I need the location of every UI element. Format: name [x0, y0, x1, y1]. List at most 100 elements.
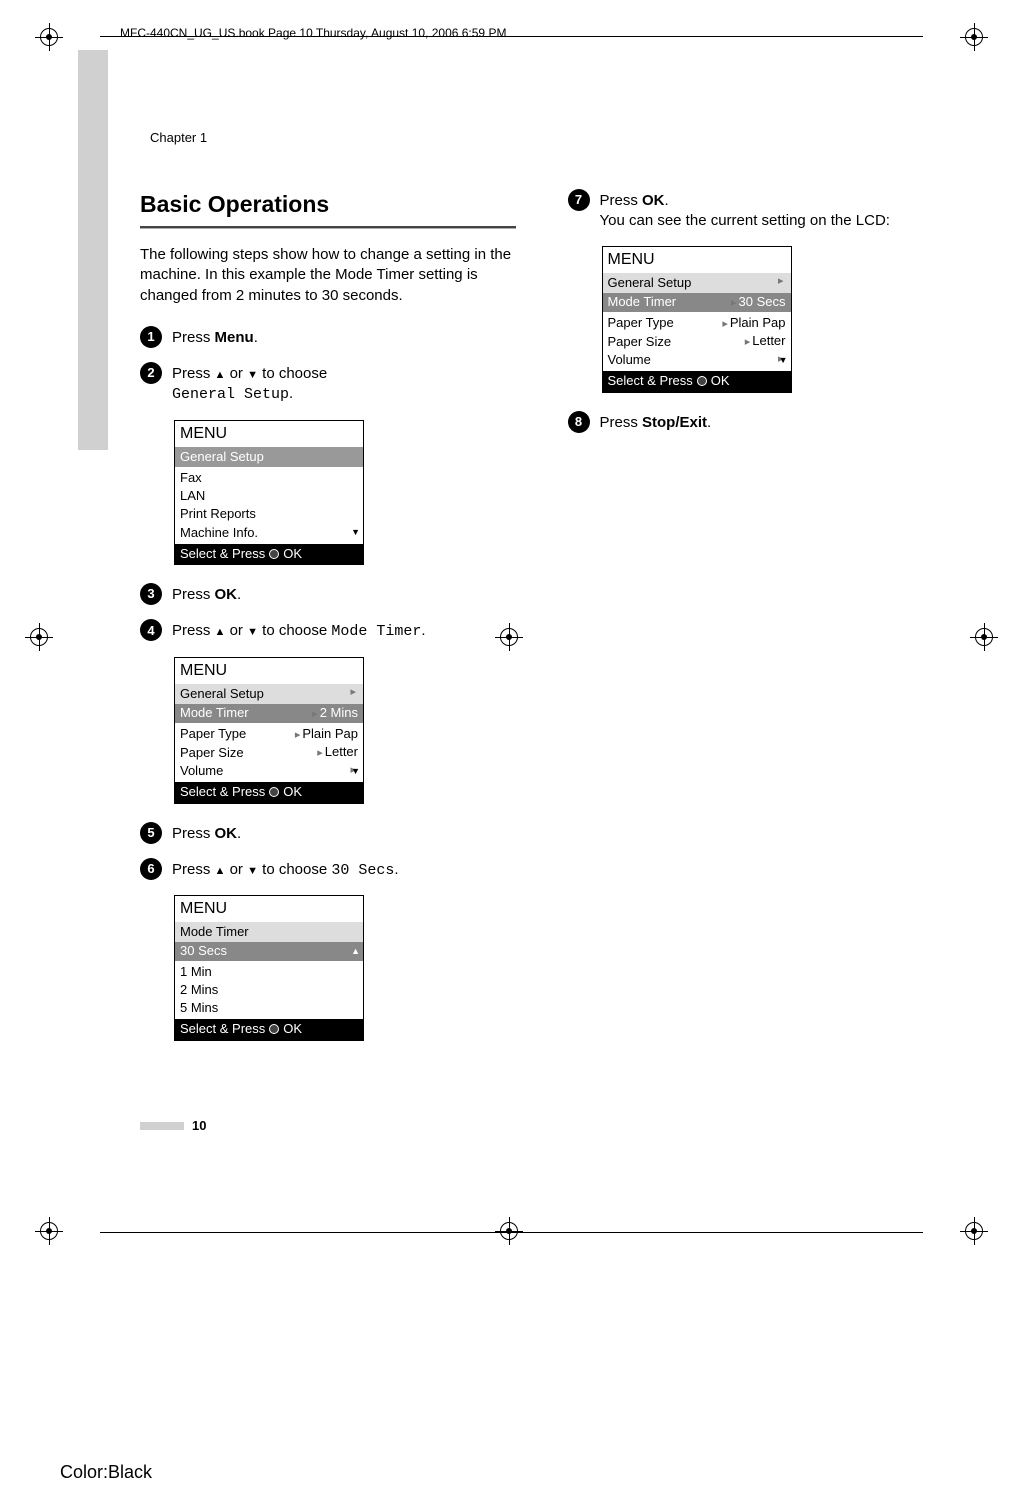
side-tab: [78, 50, 108, 450]
text: Press: [600, 192, 643, 209]
text: or: [225, 861, 247, 878]
lcd-row: Paper Size ▸Letter: [175, 743, 363, 762]
lcd-row-value: ▸2 Mins: [312, 705, 358, 722]
lcd-row-value: ▸Letter: [745, 333, 786, 350]
lcd-list: Paper Type▸Plain Pap Paper Size ▸Letter V…: [175, 723, 363, 783]
lcd-row-label: Paper Type: [180, 726, 246, 742]
step-bullet: 6: [140, 858, 162, 880]
lcd-row-label: 2 Mins: [180, 982, 218, 998]
arrow-icon: ▸: [731, 297, 739, 309]
page-content: Chapter 1 Basic Operations The following…: [140, 130, 943, 1059]
lcd-ok-label: OK: [711, 373, 730, 389]
lcd-row-value: ▸Letter: [317, 744, 358, 761]
step-bullet: 8: [568, 411, 590, 433]
lcd-footer: Select & PressOK: [175, 1019, 363, 1039]
lcd-item-label: Fax: [180, 470, 202, 486]
text: Press: [172, 825, 215, 842]
lcd-title: MENU: [175, 896, 363, 922]
lcd-row-label: Volume: [180, 763, 223, 779]
lcd-row: 5 Mins: [175, 999, 363, 1017]
lcd-row-selected: 30 Secs▲: [175, 942, 363, 960]
crop-mark: [40, 28, 58, 46]
lcd-list: Paper Type▸Plain Pap Paper Size ▸Letter V…: [603, 312, 791, 372]
bold-text: OK: [642, 192, 665, 209]
step-body: Press Menu.: [172, 326, 516, 348]
lcd-row: 1 Min: [175, 963, 363, 981]
color-label: Color:Black: [60, 1462, 152, 1483]
lcd-sub-label: General Setup: [180, 686, 264, 701]
scroll-down-icon: ▼: [351, 766, 360, 777]
bold-text: Menu: [215, 329, 254, 346]
bold-text: OK: [215, 825, 238, 842]
lcd-screen-4: MENU General Setup▸ Mode Timer ▸30 Secs P…: [602, 246, 792, 393]
text: to choose: [258, 861, 331, 878]
page-number: 10: [192, 1118, 206, 1133]
step-bullet: 1: [140, 326, 162, 348]
text: Press: [600, 414, 643, 431]
bottom-rule: [100, 1232, 923, 1233]
lcd-title: MENU: [603, 247, 791, 273]
lcd-item-label: Machine Info.: [180, 525, 258, 541]
lcd-row-selected: Mode Timer ▸2 Mins: [175, 704, 363, 723]
text: You can see the current setting on the L…: [600, 212, 890, 229]
lcd-row: Volume▸▼: [603, 351, 791, 369]
code-text: General Setup: [172, 386, 289, 403]
step-5: 5 Press OK.: [140, 822, 516, 844]
text: .: [394, 861, 398, 878]
scroll-up-icon: ▲: [351, 946, 360, 957]
arrow-icon: ▸: [312, 708, 320, 720]
text: to choose: [258, 622, 331, 639]
lcd-row-label: Mode Timer: [180, 705, 249, 721]
lcd-list: 1 Min 2 Mins 5 Mins: [175, 961, 363, 1020]
step-4: 4 Press or to choose Mode Timer.: [140, 619, 516, 642]
text: .: [254, 329, 258, 346]
crop-mark: [975, 628, 993, 646]
step-7: 7 Press OK. You can see the current sett…: [568, 189, 944, 232]
down-triangle-icon: [247, 861, 258, 878]
lcd-row-label: Paper Size: [608, 334, 672, 350]
lcd-row-value-text: Letter: [325, 744, 358, 759]
step-8: 8 Press Stop/Exit.: [568, 411, 944, 433]
ok-dot-icon: [269, 1024, 279, 1034]
ok-dot-icon: [697, 376, 707, 386]
text: Press: [172, 861, 215, 878]
step-body: Press Stop/Exit.: [600, 411, 944, 433]
left-column: Basic Operations The following steps sho…: [140, 189, 516, 1059]
lcd-screen-2: MENU General Setup ▸ Mode Timer ▸2 Mins Pa…: [174, 657, 364, 804]
lcd-screen-3: MENU Mode Timer 30 Secs▲ 1 Min 2 Mins 5 …: [174, 895, 364, 1041]
lcd-row-label: Paper Size: [180, 745, 244, 761]
lcd-row-label: 5 Mins: [180, 1000, 218, 1016]
lcd-row: Paper Type▸Plain Pap: [175, 725, 363, 744]
crop-mark: [965, 28, 983, 46]
lcd-sub: General Setup: [175, 447, 363, 467]
lcd-sub: General Setup▸: [603, 273, 791, 293]
up-triangle-icon: [215, 622, 226, 639]
lcd-row: Paper Type▸Plain Pap: [603, 314, 791, 333]
arrow-icon: ▸: [350, 686, 358, 700]
lcd-item-label: LAN: [180, 488, 205, 504]
page-title: Basic Operations: [140, 189, 516, 220]
scroll-down-icon: ▼: [779, 355, 788, 366]
lcd-footer-text: Select & Press: [608, 373, 693, 389]
right-column: 7 Press OK. You can see the current sett…: [568, 189, 944, 1059]
lcd-title: MENU: [175, 658, 363, 684]
lcd-row-value-text: Plain Pap: [730, 315, 786, 330]
lcd-row: Volume▸▼: [175, 762, 363, 780]
lcd-row-label: Volume: [608, 352, 651, 368]
lcd-footer: Select & PressOK: [175, 544, 363, 564]
intro-text: The following steps show how to change a…: [140, 245, 516, 306]
lcd-row-value: ▸30 Secs: [731, 294, 786, 311]
step-body: Press or to choose General Setup.: [172, 362, 516, 406]
lcd-list: Fax LAN Print Reports Machine Info.▼: [175, 467, 363, 544]
step-body: Press OK. You can see the current settin…: [600, 189, 944, 232]
lcd-row-label: 1 Min: [180, 964, 212, 980]
arrow-icon: ▸: [317, 747, 325, 759]
title-rule: [140, 226, 516, 229]
down-triangle-icon: [247, 622, 258, 639]
lcd-ok-label: OK: [283, 1021, 302, 1037]
lcd-row-label: Mode Timer: [608, 294, 677, 310]
lcd-title: MENU: [175, 421, 363, 447]
bold-text: OK: [215, 586, 238, 603]
text: .: [289, 385, 293, 402]
chapter-label: Chapter 1: [150, 130, 943, 145]
